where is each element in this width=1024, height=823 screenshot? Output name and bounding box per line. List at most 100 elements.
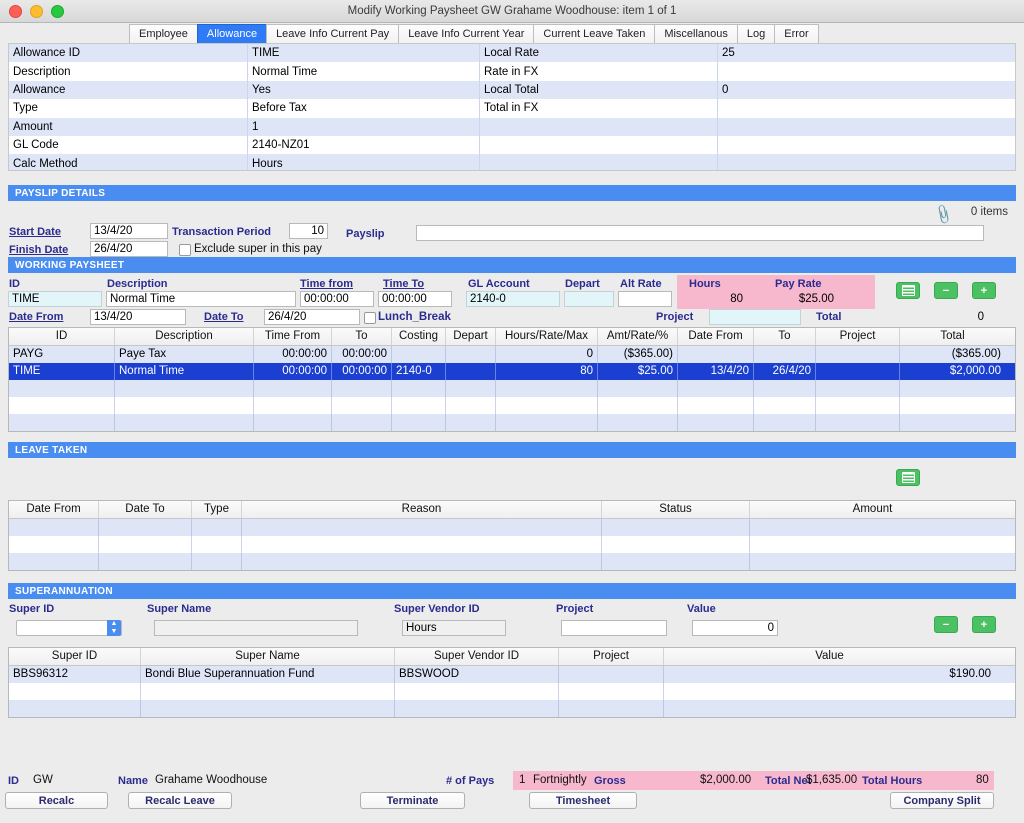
col-to-2[interactable]: To	[754, 328, 816, 345]
company-split-button[interactable]: Company Split	[890, 792, 994, 809]
detail-label2	[479, 135, 717, 155]
wp-time-to-label[interactable]: Time To	[383, 278, 424, 290]
col-leave-date-to[interactable]: Date To	[99, 501, 192, 518]
col-super-name[interactable]: Super Name	[141, 648, 395, 665]
col-description[interactable]: Description	[115, 328, 254, 345]
close-button[interactable]	[9, 4, 22, 18]
super-value-input[interactable]: 0	[692, 620, 778, 636]
wp-time-from-input[interactable]: 00:00:00	[300, 291, 374, 307]
table-row[interactable]	[9, 397, 1015, 414]
finish-date-label[interactable]: Finish Date	[9, 244, 68, 256]
wp-date-from-label[interactable]: Date From	[9, 311, 63, 323]
wp-hours-input[interactable]: 80	[677, 291, 743, 307]
pay-frequency-value[interactable]: Fortnightly	[533, 774, 589, 786]
wp-pay-rate-input[interactable]: $25.00	[748, 291, 834, 307]
timesheet-button[interactable]: Timesheet	[529, 792, 637, 809]
terminate-button[interactable]: Terminate	[360, 792, 465, 809]
tab-leave-info-current-pay[interactable]: Leave Info Current Pay	[266, 24, 400, 43]
col-amt-rate-pct[interactable]: Amt/Rate/%	[598, 328, 678, 345]
tab-error[interactable]: Error	[774, 24, 819, 43]
col-project[interactable]: Project	[816, 328, 900, 345]
detail-label: Calc Method	[13, 157, 78, 170]
wp-add-button[interactable]: +	[972, 282, 996, 299]
col-time-from[interactable]: Time From	[254, 328, 332, 345]
table-row[interactable]	[9, 414, 1015, 431]
finish-date-input[interactable]: 26/4/20	[90, 241, 168, 257]
tab-employee[interactable]: Employee	[129, 24, 198, 43]
wp-date-from-input[interactable]: 13/4/20	[90, 309, 186, 325]
wp-list-button[interactable]	[896, 282, 920, 299]
table-row[interactable]	[9, 700, 1015, 717]
recalc-leave-button[interactable]: Recalc Leave	[128, 792, 232, 809]
tab-allowance[interactable]: Allowance	[196, 24, 268, 43]
col-leave-date-from[interactable]: Date From	[9, 501, 99, 518]
super-vendor-id-input[interactable]: Hours	[402, 620, 506, 636]
col-id[interactable]: ID	[9, 328, 115, 345]
wp-time-from-label[interactable]: Time from	[300, 278, 353, 290]
wp-remove-button[interactable]: −	[934, 282, 958, 299]
wp-description-input[interactable]: Normal Time	[106, 291, 296, 307]
col-super-project[interactable]: Project	[559, 648, 664, 665]
paperclip-icon[interactable]: 📎	[931, 203, 955, 226]
table-row[interactable]	[9, 380, 1015, 397]
wp-date-to-label[interactable]: Date To	[204, 311, 244, 323]
col-leave-type[interactable]: Type	[192, 501, 242, 518]
super-id-label: Super ID	[9, 603, 55, 615]
super-project-input[interactable]	[561, 620, 667, 636]
table-row[interactable]: TIME Normal Time 00:00:00 00:00:00 2140-…	[9, 363, 1015, 380]
col-date-from[interactable]: Date From	[678, 328, 754, 345]
detail-row[interactable]: Description Normal Time Rate in FX	[9, 62, 1015, 81]
detail-row[interactable]: Allowance Yes Local Total 0	[9, 80, 1015, 100]
window-controls	[0, 4, 64, 18]
table-row[interactable]	[9, 553, 1015, 570]
col-costing[interactable]: Costing	[392, 328, 446, 345]
stepper-arrows-icon[interactable]: ▲ ▼	[107, 620, 121, 636]
start-date-input[interactable]: 13/4/20	[90, 223, 168, 239]
col-to[interactable]: To	[332, 328, 392, 345]
col-leave-amount[interactable]: Amount	[750, 501, 995, 518]
col-super-id[interactable]: Super ID	[9, 648, 141, 665]
col-leave-reason[interactable]: Reason	[242, 501, 602, 518]
wp-gl-account-input[interactable]: 2140-0	[466, 291, 560, 307]
col-super-value[interactable]: Value	[664, 648, 995, 665]
detail-row[interactable]: Amount 1	[9, 117, 1015, 136]
detail-row[interactable]: Type Before Tax Total in FX	[9, 99, 1015, 118]
wp-time-to-input[interactable]: 00:00:00	[378, 291, 452, 307]
super-id-select[interactable]: ▲ ▼	[16, 620, 122, 636]
wp-date-to-input[interactable]: 26/4/20	[264, 309, 360, 325]
tab-current-leave-taken[interactable]: Current Leave Taken	[533, 24, 656, 43]
lunch-break-checkbox[interactable]	[364, 312, 376, 324]
maximize-button[interactable]	[51, 4, 64, 18]
superannuation-table: Super ID Super Name Super Vendor ID Proj…	[8, 647, 1016, 718]
payslip-input[interactable]	[416, 225, 984, 241]
wp-project-input[interactable]	[709, 309, 801, 325]
wp-depart-input[interactable]	[564, 291, 614, 307]
wp-id-input[interactable]: TIME	[8, 291, 102, 307]
col-depart[interactable]: Depart	[446, 328, 496, 345]
leave-list-button[interactable]	[896, 469, 920, 486]
exclude-super-checkbox[interactable]	[179, 244, 191, 256]
table-row[interactable]	[9, 536, 1015, 553]
detail-row[interactable]: Calc Method Hours	[9, 154, 1015, 170]
detail-row[interactable]: Allowance ID TIME Local Rate 25	[9, 44, 1015, 63]
tab-leave-info-current-year[interactable]: Leave Info Current Year	[398, 24, 535, 43]
tab-log[interactable]: Log	[736, 24, 776, 43]
col-leave-status[interactable]: Status	[602, 501, 750, 518]
table-row[interactable]: PAYG Paye Tax 00:00:00 00:00:00 0 ($365.…	[9, 346, 1015, 363]
table-row[interactable]: BBS96312 Bondi Blue Superannuation Fund …	[9, 666, 1015, 683]
transaction-period-input[interactable]: 10	[289, 223, 328, 239]
table-row[interactable]	[9, 519, 1015, 536]
super-add-button[interactable]: +	[972, 616, 996, 633]
minimize-button[interactable]	[30, 4, 43, 18]
col-super-vendor-id[interactable]: Super Vendor ID	[395, 648, 559, 665]
detail-row[interactable]: GL Code 2140-NZ01	[9, 135, 1015, 155]
tab-miscellanous[interactable]: Miscellanous	[654, 24, 738, 43]
col-total[interactable]: Total	[900, 328, 1005, 345]
super-remove-button[interactable]: −	[934, 616, 958, 633]
start-date-label[interactable]: Start Date	[9, 226, 61, 238]
wp-alt-rate-input[interactable]	[618, 291, 672, 307]
col-hours-rate-max[interactable]: Hours/Rate/Max	[496, 328, 598, 345]
recalc-button[interactable]: Recalc	[5, 792, 108, 809]
table-row[interactable]	[9, 683, 1015, 700]
super-name-input[interactable]	[154, 620, 358, 636]
